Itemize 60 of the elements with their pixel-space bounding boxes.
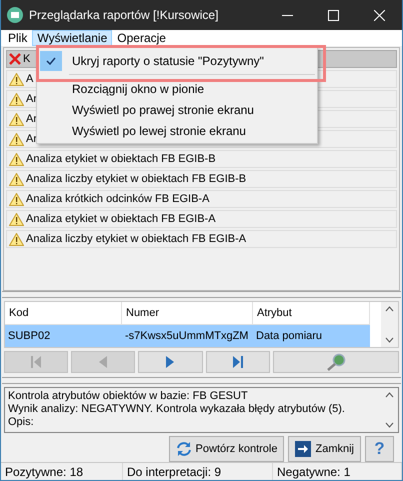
warning-icon <box>9 152 24 166</box>
report-row[interactable]: Analiza etykiet w obiektach FB EGIB-A <box>6 210 397 228</box>
details-line: Kontrola atrybutów obiektów w bazie: FB GESUT <box>8 390 249 403</box>
menu-option[interactable]: Ukryj raporty o statusie "Pozytywny" <box>40 50 313 71</box>
scroll-up-icon[interactable] <box>385 392 394 398</box>
table-cell: Data pomiaru <box>253 325 370 347</box>
report-row[interactable]: Analiza krótkich odcinków FB EGIB-A <box>6 190 397 208</box>
warning-icon <box>9 192 24 206</box>
search-icon <box>326 353 346 371</box>
first-icon <box>31 356 42 368</box>
status-text: Negatywne: 1 <box>273 463 402 480</box>
scroll-down-icon[interactable] <box>385 422 394 428</box>
app-icon <box>7 7 23 23</box>
close-icon[interactable] <box>374 10 384 20</box>
status-text: Pozytywne: 18 <box>1 463 123 480</box>
warning-icon <box>9 92 24 106</box>
warning-icon <box>9 232 24 246</box>
report-title: Analiza krótkich odcinków FB EGIB-A <box>26 193 210 205</box>
details-line: Opis: <box>8 416 35 429</box>
next-icon <box>166 356 174 368</box>
report-row[interactable]: Analiza liczby etykiet w obiektach FB EGIB-A <box>6 230 397 248</box>
menu-option[interactable]: Wyświetl po lewej stronie ekranu <box>40 120 313 141</box>
warning-icon <box>9 72 24 86</box>
report-title: Ar <box>26 113 37 125</box>
warning-icon <box>9 112 24 126</box>
close-dialog-button[interactable]: Zamknij <box>288 436 361 462</box>
report-row[interactable]: Analiza liczby etykiet w obiektach FB EGIB-B <box>6 170 397 188</box>
status-text: Do interpretacji: 9 <box>123 463 273 480</box>
window-title: Przeglądarka raportów [!Kursowice] <box>29 8 220 22</box>
exit-icon <box>295 441 312 457</box>
report-title: Ar <box>26 93 37 105</box>
report-title: Analiza liczby etykiet w obiektach FB EGIB-B <box>26 173 246 185</box>
scroll-down-icon[interactable] <box>385 337 394 343</box>
menu-item[interactable]: Plik <box>3 30 32 46</box>
menu-option[interactable]: Wyświetl po prawej stronie ekranu <box>40 99 313 120</box>
report-title: Analiza etykiet w obiektach FB EGIB-A <box>26 213 216 225</box>
report-title: Ar <box>26 133 37 145</box>
menu-item[interactable]: Operacje <box>112 30 171 46</box>
report-row[interactable]: Analiza etykiet w obiektach FB EGIB-B <box>6 150 397 168</box>
report-title: Analiza liczby etykiet w obiektach FB EGIB-A <box>26 233 246 245</box>
menu-item[interactable]: Wyświetlanie <box>32 30 112 46</box>
details-line: Wynik analizy: NEGATYWNY. Kontrola wykazała błędy atrybutów (5). <box>8 403 346 416</box>
navigation-button[interactable] <box>206 351 270 373</box>
previous-icon <box>99 356 108 368</box>
report-title: A <box>26 73 34 85</box>
refresh-icon <box>176 441 192 457</box>
warning-icon <box>9 212 24 226</box>
maximize-icon[interactable] <box>328 10 338 20</box>
warning-icon <box>9 172 24 186</box>
report-title: Analiza etykiet w obiektach FB EGIB-B <box>26 153 216 165</box>
retry-button[interactable]: Powtórz kontrole <box>168 436 284 462</box>
menu-option[interactable]: Rozciągnij okno w pionie <box>40 78 313 99</box>
navigation-button[interactable] <box>138 351 203 373</box>
warning-icon <box>9 132 24 146</box>
table-cell: -s7Kwsx5uUmmMTxgZM <box>122 325 253 347</box>
scroll-up-icon[interactable] <box>385 306 394 312</box>
table-cell: SUBP02 <box>5 325 122 347</box>
last-icon <box>232 356 243 368</box>
report-title: K <box>23 53 30 65</box>
error-icon <box>9 53 21 65</box>
